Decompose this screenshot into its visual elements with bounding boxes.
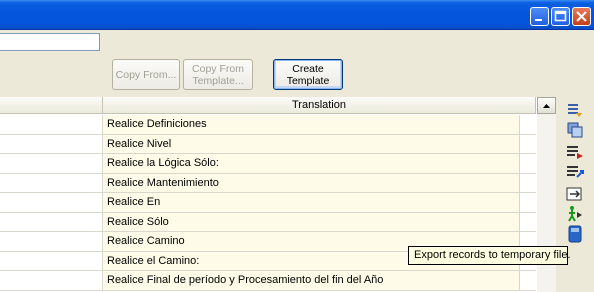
run-person-icon[interactable] <box>566 205 584 223</box>
translation-cell[interactable]: Realice Mantenimiento <box>103 173 519 192</box>
translation-cell[interactable]: Realice Final de período y Procesamiento… <box>103 271 519 290</box>
table-row[interactable]: Realice Final de período y Procesamiento… <box>0 271 536 291</box>
copy-from-template-button[interactable]: Copy From Template... <box>183 59 253 90</box>
close-button[interactable] <box>572 7 591 26</box>
translation-cell[interactable]: Realice Definiciones <box>103 115 519 134</box>
vertical-scrollbar[interactable] <box>537 114 556 292</box>
table-row[interactable]: Realice la Lógica Sólo: <box>0 154 536 174</box>
minimize-button[interactable] <box>530 7 549 26</box>
translation-cell[interactable]: Realice Sólo <box>103 212 519 231</box>
insert-row-icon[interactable] <box>566 163 584 181</box>
table-row[interactable]: Realice En <box>0 193 536 213</box>
window-title-bar[interactable] <box>0 0 594 30</box>
table-row[interactable]: Realice Sólo <box>0 212 536 232</box>
link-records-icon[interactable] <box>566 185 584 203</box>
tooltip: Export records to temporary file. <box>408 246 571 265</box>
copy-from-label: Copy From... <box>115 68 177 81</box>
delete-row-icon[interactable] <box>566 143 584 161</box>
translation-cell[interactable]: Realice En <box>103 193 519 212</box>
create-template-button[interactable]: Create Template <box>273 59 343 90</box>
search-input[interactable] <box>0 33 100 51</box>
maximize-icon <box>554 10 567 22</box>
table-row[interactable]: Realice Definiciones <box>0 115 536 135</box>
copy-records-icon[interactable] <box>566 121 584 139</box>
table-row[interactable]: Realice Mantenimiento <box>0 173 536 193</box>
translation-cell[interactable]: Realice Nivel <box>103 134 519 153</box>
export-file-icon[interactable] <box>566 225 584 243</box>
close-icon <box>576 11 587 22</box>
maximize-button[interactable] <box>551 7 570 26</box>
scroll-up-button[interactable] <box>537 97 556 114</box>
translation-cell[interactable]: Realice la Lógica Sólo: <box>103 154 519 173</box>
export-list-icon[interactable] <box>566 101 584 119</box>
arrow-up-icon <box>543 104 550 108</box>
copy-from-template-label: Copy From Template... <box>192 62 244 87</box>
column-header-key[interactable] <box>0 97 103 114</box>
column-header-translation[interactable]: Translation <box>103 97 536 114</box>
copy-from-button[interactable]: Copy From... <box>112 59 180 90</box>
minimize-icon <box>535 19 542 21</box>
create-template-label: Create Template <box>286 62 330 87</box>
table-row[interactable]: Realice Nivel <box>0 134 536 154</box>
